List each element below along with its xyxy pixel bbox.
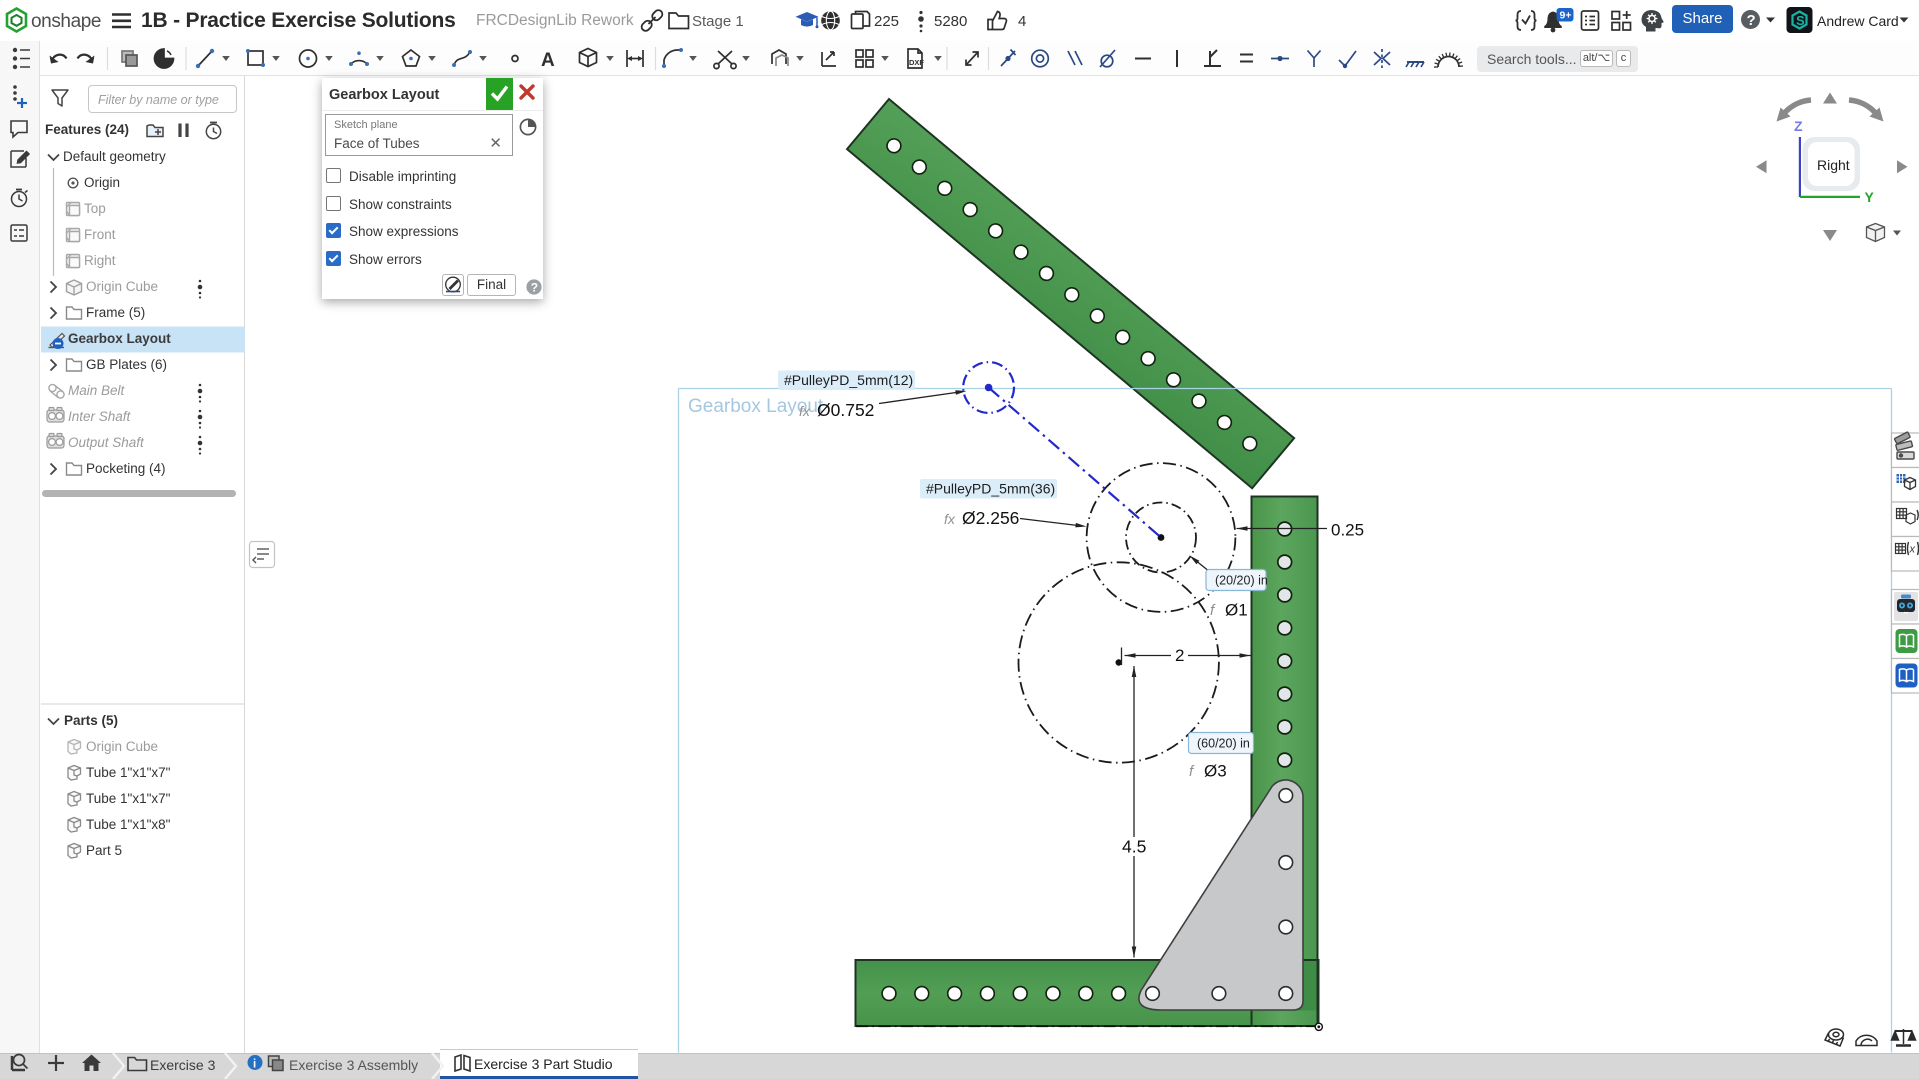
svg-text:?: ? (531, 281, 538, 295)
